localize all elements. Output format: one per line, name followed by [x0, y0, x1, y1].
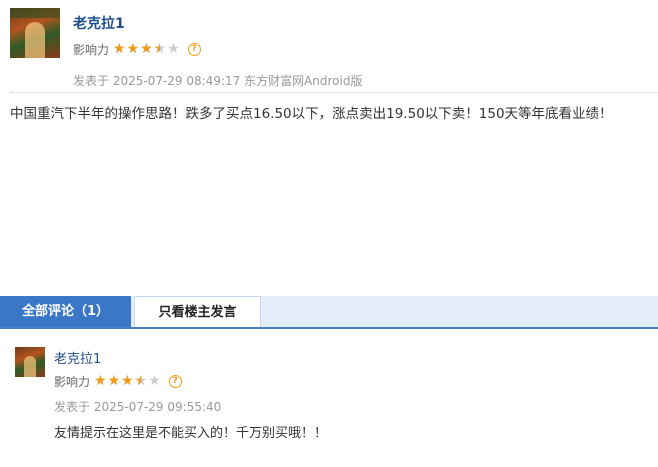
influence-row: 影响力 ★★★★★ ★★★★★ ?	[73, 40, 201, 58]
help-icon[interactable]: ?	[168, 374, 182, 388]
avatar[interactable]	[15, 347, 45, 377]
influence-stars: ★★★★★ ★★★★★	[94, 374, 162, 388]
influence-label: 影响力	[54, 374, 91, 389]
tab-author-only[interactable]: 只看楼主发言	[134, 296, 261, 327]
star-fill: ★★★★★	[94, 374, 141, 388]
comment-meta: 发表于 2025-07-29 09:55:40	[54, 400, 222, 414]
post-body: 中国重汽下半年的操作思路！跌多了买点16.50以下，涨点卖出19.50以下卖！1…	[10, 106, 613, 122]
help-icon[interactable]: ?	[187, 42, 201, 56]
influence-row: 影响力 ★★★★★ ★★★★★ ?	[54, 373, 182, 389]
tab-all-comments[interactable]: 全部评论（1）	[0, 296, 131, 327]
comment-author[interactable]: 老克拉1	[54, 348, 101, 367]
post-meta: 发表于 2025-07-29 08:49:17 东方财富网Android版	[73, 74, 363, 88]
avatar[interactable]	[10, 8, 60, 58]
author-name[interactable]: 老克拉1	[73, 13, 125, 33]
comment-item: 老克拉1 影响力 ★★★★★ ★★★★★ ? 发表于 2025-07-29 09…	[0, 330, 658, 450]
comment-tabs: 全部评论（1） 只看楼主发言	[0, 296, 658, 329]
divider	[10, 92, 657, 93]
influence-label: 影响力	[73, 42, 110, 57]
post-header: 老克拉1 影响力 ★★★★★ ★★★★★ ? 发表于 2025-07-29 08…	[0, 0, 658, 94]
comment-body: 友情提示在这里是不能买入的！千万别买哦！！	[54, 426, 328, 441]
star-fill: ★★★★★	[113, 42, 160, 56]
influence-stars: ★★★★★ ★★★★★	[113, 42, 181, 56]
